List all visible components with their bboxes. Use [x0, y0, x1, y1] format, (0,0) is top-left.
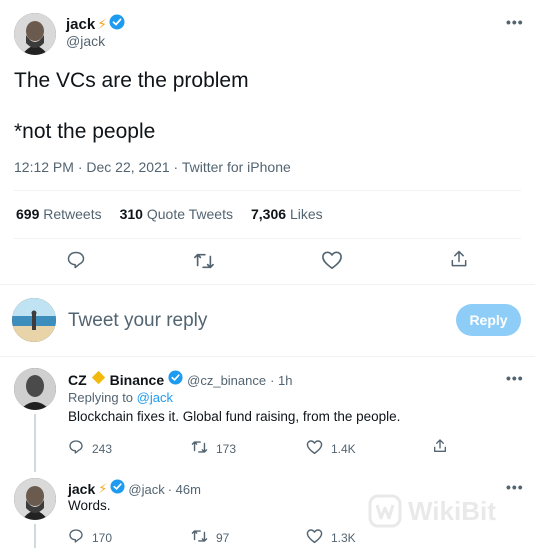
quotes-stat[interactable]: 310 Quote Tweets	[120, 206, 233, 222]
main-tweet-text-line1: The VCs are the problem	[14, 69, 249, 92]
reply1-author-name-a[interactable]: CZ	[68, 372, 87, 388]
verified-badge-icon	[109, 14, 125, 35]
reply1-handle[interactable]: @cz_binance	[187, 373, 266, 388]
quotes-label: Quote Tweets	[146, 206, 233, 222]
reply1-like-count: 1.4K	[331, 441, 356, 456]
reply2-reply-count: 170	[92, 530, 113, 545]
reply1-reply-count: 243	[92, 441, 113, 456]
reply2-like-action[interactable]: 1.3K	[306, 528, 356, 547]
reply-icon	[68, 439, 84, 458]
thread-line	[34, 414, 36, 472]
reply1-retweet-count: 173	[216, 441, 237, 456]
binance-diamond-icon	[91, 370, 106, 390]
verified-badge-icon	[110, 479, 125, 499]
retweets-stat[interactable]: 699 Retweets	[16, 206, 102, 222]
reply-icon[interactable]	[66, 250, 86, 275]
likes-stat[interactable]: 7,306 Likes	[251, 206, 323, 222]
reply1-author-name-b[interactable]: Binance	[110, 372, 164, 388]
like-icon	[306, 528, 323, 547]
lightning-emoji: ⚡	[97, 16, 108, 32]
main-more-icon[interactable]: •••	[506, 14, 524, 30]
reply2-text: Words.	[68, 498, 111, 513]
like-icon[interactable]	[321, 250, 343, 275]
reply1-text: Blockchain fixes it. Global fund raising…	[68, 409, 401, 424]
main-author-handle[interactable]: @jack	[66, 33, 105, 49]
watermark-text: WikiBit	[408, 495, 496, 526]
reply2-time[interactable]: · 46m	[168, 482, 201, 497]
reply2-like-count: 1.3K	[331, 530, 356, 545]
watermark-logo-icon	[368, 494, 402, 528]
main-author-avatar[interactable]	[14, 13, 56, 55]
retweet-icon	[191, 439, 208, 458]
retweets-label: Retweets	[43, 206, 102, 222]
likes-count: 7,306	[251, 206, 287, 222]
quotes-count: 310	[119, 206, 143, 222]
like-icon	[306, 439, 323, 458]
reply2-retweet-count: 97	[216, 530, 230, 545]
reply2-author-name[interactable]: jack	[68, 481, 95, 497]
retweets-count: 699	[16, 206, 40, 222]
main-author-name[interactable]: jack	[66, 16, 95, 33]
reply1-header: CZ Binance @cz_binance · 1h	[68, 370, 293, 390]
divider	[14, 190, 521, 191]
likes-label: Likes	[289, 206, 323, 222]
verified-badge-icon	[168, 370, 183, 390]
divider	[14, 238, 521, 239]
reply1-share-icon[interactable]	[432, 438, 448, 459]
replying-to-prefix: Replying to	[68, 390, 134, 405]
reply1-time[interactable]: · 1h	[270, 373, 292, 388]
reply2-header: jack ⚡ @jack · 46m	[68, 479, 201, 499]
reply2-more-icon[interactable]: •••	[506, 479, 524, 495]
retweet-icon	[191, 528, 208, 547]
retweet-icon[interactable]	[193, 251, 215, 276]
reply1-reply-action[interactable]: 243	[68, 439, 112, 458]
main-author-name-row[interactable]: jack ⚡	[66, 14, 125, 35]
reply1-replying-to: Replying to @jack	[68, 390, 173, 405]
thread-line	[34, 524, 36, 548]
replying-to-handle[interactable]: @jack	[137, 390, 173, 405]
reply2-avatar[interactable]	[14, 478, 56, 520]
watermark: WikiBit	[368, 494, 496, 528]
stats-row: 699 Retweets 310 Quote Tweets 7,306 Like…	[16, 206, 323, 222]
reply2-handle[interactable]: @jack	[128, 482, 164, 497]
reply1-like-action[interactable]: 1.4K	[306, 439, 356, 458]
reply-button[interactable]: Reply	[456, 304, 521, 336]
main-tweet-meta[interactable]: 12:12 PM · Dec 22, 2021 · Twitter for iP…	[14, 159, 291, 175]
reply1-more-icon[interactable]: •••	[506, 370, 524, 386]
reply2-reply-action[interactable]: 170	[68, 528, 112, 547]
reply1-retweet-action[interactable]: 173	[191, 439, 236, 458]
composer-avatar[interactable]	[12, 298, 56, 342]
reply-icon	[68, 528, 84, 547]
lightning-emoji: ⚡	[98, 481, 108, 496]
reply1-avatar[interactable]	[14, 368, 56, 410]
reply-composer-input[interactable]: Tweet your reply	[68, 310, 428, 332]
main-tweet-text-line2: *not the people	[14, 120, 156, 143]
reply2-retweet-action[interactable]: 97	[191, 528, 229, 547]
divider	[0, 356, 535, 357]
share-icon[interactable]	[449, 249, 469, 274]
divider	[0, 284, 535, 285]
